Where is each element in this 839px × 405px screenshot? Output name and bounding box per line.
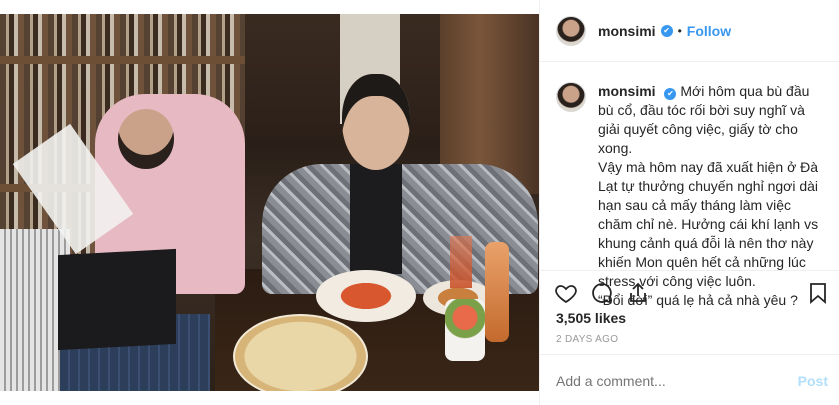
- post-header: monsimi ✔ • Follow: [540, 0, 839, 62]
- caption-username[interactable]: monsimi: [598, 83, 656, 99]
- verified-badge-icon: ✔: [664, 88, 677, 100]
- username[interactable]: monsimi: [598, 23, 656, 39]
- person-right-turtleneck: [350, 164, 402, 274]
- instagram-post-view: monsimi ✔ • Follow monsimi ✔ Mới hôm qua…: [0, 0, 839, 405]
- person-right-head: [342, 74, 410, 170]
- follow-button[interactable]: Follow: [687, 23, 731, 39]
- pepper-grinder: [485, 242, 509, 342]
- pasta-plate: [316, 270, 416, 322]
- heart-icon[interactable]: [554, 281, 578, 305]
- timestamp[interactable]: 2 DAYS AGO: [556, 334, 618, 345]
- comment-input[interactable]: [556, 373, 776, 389]
- post-comment-button[interactable]: Post: [798, 373, 828, 389]
- comment-icon[interactable]: [590, 281, 614, 305]
- drink-glass: [450, 236, 472, 288]
- comment-bar: Post: [540, 354, 839, 405]
- bookmark-icon[interactable]: [806, 281, 830, 305]
- shelf-board: [0, 56, 245, 64]
- post-side-panel: monsimi ✔ • Follow monsimi ✔ Mới hôm qua…: [539, 0, 839, 405]
- person-left-head: [118, 109, 174, 169]
- action-bar: [540, 270, 839, 306]
- flower-pot: [445, 299, 485, 361]
- pizza: [233, 314, 368, 391]
- laptop: [58, 248, 176, 351]
- avatar[interactable]: [556, 15, 586, 46]
- verified-badge-icon: ✔: [660, 24, 673, 37]
- separator-dot: •: [677, 23, 682, 38]
- likes-count[interactable]: 3,505 likes: [556, 310, 626, 326]
- post-photo[interactable]: [0, 14, 539, 391]
- caption-avatar[interactable]: [556, 82, 586, 112]
- share-icon[interactable]: [626, 281, 650, 305]
